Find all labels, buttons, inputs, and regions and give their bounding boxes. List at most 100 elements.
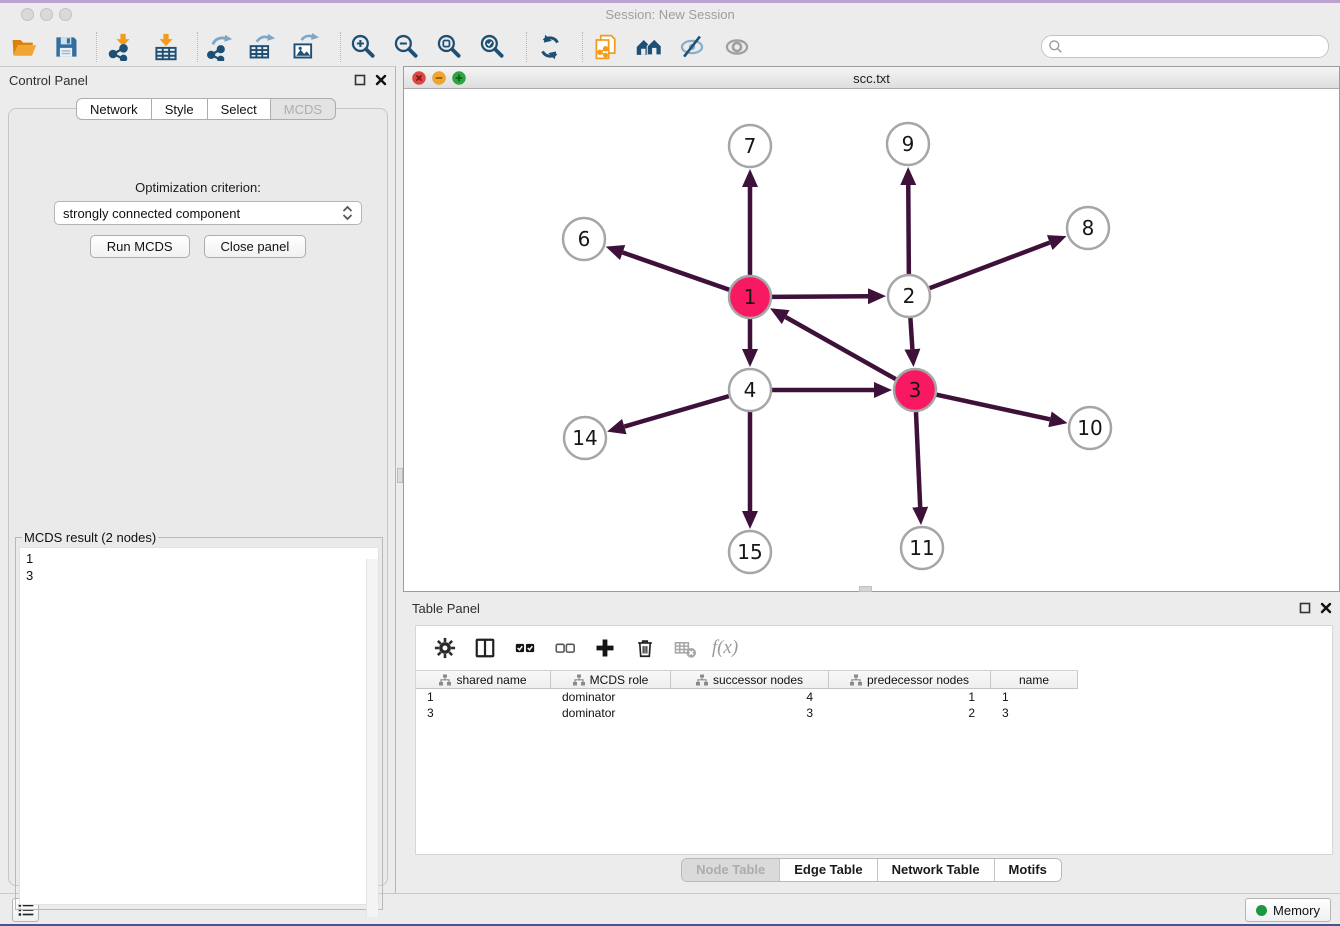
- export-network-icon[interactable]: [203, 31, 235, 63]
- zoom-out-icon[interactable]: [390, 31, 422, 63]
- apply-layout-icon[interactable]: [534, 31, 566, 63]
- network-title: scc.txt: [404, 71, 1339, 86]
- window-title: Session: New Session: [0, 7, 1340, 22]
- zoom-selected-icon[interactable]: [476, 31, 508, 63]
- open-session-icon[interactable]: [8, 31, 40, 63]
- memory-button[interactable]: Memory: [1245, 898, 1331, 922]
- tab-motifs[interactable]: Motifs: [995, 859, 1061, 881]
- graph-node-3[interactable]: 3: [894, 369, 936, 411]
- graph-edge-3-1[interactable]: [786, 317, 896, 379]
- run-mcds-button[interactable]: Run MCDS: [90, 235, 190, 258]
- tab-style[interactable]: Style: [152, 98, 208, 120]
- graph-node-7[interactable]: 7: [729, 125, 771, 167]
- function-builder-icon[interactable]: f(x): [713, 636, 737, 660]
- export-table-icon[interactable]: [246, 31, 278, 63]
- graph-edge-3-10[interactable]: [936, 395, 1049, 420]
- cell-shared-name[interactable]: 3: [416, 705, 551, 721]
- toolbar-separator: [526, 32, 527, 62]
- graph-edge-2-8[interactable]: [930, 243, 1050, 289]
- cell-successor-nodes[interactable]: 4: [671, 689, 829, 705]
- tab-node-table[interactable]: Node Table: [682, 859, 780, 881]
- control-panel-header: Control Panel: [0, 67, 395, 93]
- graph-edge-2-9[interactable]: [908, 185, 909, 274]
- select-all-icon[interactable]: [513, 636, 537, 660]
- show-all-icon[interactable]: [721, 31, 753, 63]
- graph-node-6[interactable]: 6: [563, 218, 605, 260]
- graph-node-9[interactable]: 9: [887, 123, 929, 165]
- cell-name[interactable]: 3: [991, 705, 1078, 721]
- graph-node-2[interactable]: 2: [888, 275, 930, 317]
- horizontal-splitter-grip[interactable]: [859, 586, 872, 592]
- hierarchy-icon: [850, 674, 862, 686]
- close-table-panel-icon[interactable]: [1320, 602, 1332, 614]
- tab-edge-table[interactable]: Edge Table: [780, 859, 877, 881]
- graph-node-1[interactable]: 1: [729, 276, 771, 318]
- graph-node-8[interactable]: 8: [1067, 207, 1109, 249]
- hide-selected-icon[interactable]: [676, 31, 708, 63]
- cell-predecessor-nodes[interactable]: 1: [829, 689, 991, 705]
- cell-name[interactable]: 1: [991, 689, 1078, 705]
- graph-edge-1-6[interactable]: [623, 253, 730, 290]
- mcds-result-text[interactable]: 1 3: [19, 547, 379, 905]
- graph-edge-2-3[interactable]: [910, 318, 912, 349]
- table-row[interactable]: 3 dominator 3 2 3: [416, 705, 1332, 721]
- toolbar-separator: [96, 32, 97, 62]
- first-neighbors-icon[interactable]: [633, 31, 665, 63]
- column-header-predecessor-nodes[interactable]: predecessor nodes: [829, 671, 991, 688]
- column-header-name[interactable]: name: [991, 671, 1078, 688]
- column-header-shared-name[interactable]: shared name: [416, 671, 551, 688]
- graph-node-4[interactable]: 4: [729, 369, 771, 411]
- float-table-panel-icon[interactable]: [1299, 602, 1311, 614]
- close-panel-button[interactable]: Close panel: [204, 235, 307, 258]
- memory-status-icon: [1256, 905, 1267, 916]
- cell-mcds-role[interactable]: dominator: [551, 705, 671, 721]
- criterion-dropdown[interactable]: strongly connected component: [54, 201, 362, 225]
- cell-shared-name[interactable]: 1: [416, 689, 551, 705]
- tab-mcds[interactable]: MCDS: [271, 98, 336, 120]
- search-input[interactable]: [1064, 39, 1328, 55]
- memory-label: Memory: [1273, 903, 1320, 918]
- graph-node-11[interactable]: 11: [901, 527, 943, 569]
- graph-node-14[interactable]: 14: [564, 417, 606, 459]
- tab-network-table[interactable]: Network Table: [878, 859, 995, 881]
- tab-select[interactable]: Select: [208, 98, 271, 120]
- result-scrollbar[interactable]: [366, 559, 378, 917]
- import-network-icon[interactable]: [104, 31, 136, 63]
- delete-row-icon[interactable]: [633, 636, 657, 660]
- column-header-successor-nodes[interactable]: successor nodes: [671, 671, 829, 688]
- search-field[interactable]: [1041, 35, 1329, 58]
- control-panel-tabs: Network Style Select MCDS: [76, 98, 336, 120]
- import-table-icon[interactable]: [150, 31, 182, 63]
- graph-edge-1-2[interactable]: [772, 296, 868, 297]
- cell-successor-nodes[interactable]: 3: [671, 705, 829, 721]
- table-row[interactable]: 1 dominator 4 1 1: [416, 689, 1332, 705]
- float-panel-icon[interactable]: [354, 74, 366, 86]
- zoom-in-icon[interactable]: [347, 31, 379, 63]
- table-panel-header: Table Panel: [403, 595, 1340, 621]
- graph-edge-4-14[interactable]: [624, 396, 729, 426]
- save-session-icon[interactable]: [50, 31, 82, 63]
- close-panel-icon[interactable]: [375, 74, 387, 86]
- export-image-icon[interactable]: [289, 31, 321, 63]
- zoom-fit-icon[interactable]: [433, 31, 465, 63]
- cell-mcds-role[interactable]: dominator: [551, 689, 671, 705]
- show-column-icon[interactable]: [473, 636, 497, 660]
- graph-node-label: 11: [909, 536, 934, 560]
- new-network-from-selection-icon[interactable]: [590, 31, 622, 63]
- column-header-mcds-role[interactable]: MCDS role: [551, 671, 671, 688]
- delete-table-icon[interactable]: [673, 636, 697, 660]
- cell-predecessor-nodes[interactable]: 2: [829, 705, 991, 721]
- graph-node-10[interactable]: 10: [1069, 407, 1111, 449]
- mcds-tab-content: Optimization criterion: strongly connect…: [8, 108, 388, 886]
- graph-node-label: 10: [1077, 416, 1102, 440]
- deselect-all-icon[interactable]: [553, 636, 577, 660]
- titlebar: Session: New Session: [0, 3, 1340, 27]
- add-row-icon[interactable]: [593, 636, 617, 660]
- network-canvas[interactable]: 1 2 3 4 6 7 8 9 10 11 14 15: [404, 89, 1339, 591]
- control-panel: Control Panel Network Style Select MCDS …: [0, 66, 396, 893]
- graph-edge-3-11[interactable]: [916, 412, 920, 507]
- network-window-titlebar[interactable]: scc.txt: [404, 67, 1339, 89]
- table-settings-icon[interactable]: [433, 636, 457, 660]
- graph-node-15[interactable]: 15: [729, 531, 771, 573]
- tab-network[interactable]: Network: [76, 98, 152, 120]
